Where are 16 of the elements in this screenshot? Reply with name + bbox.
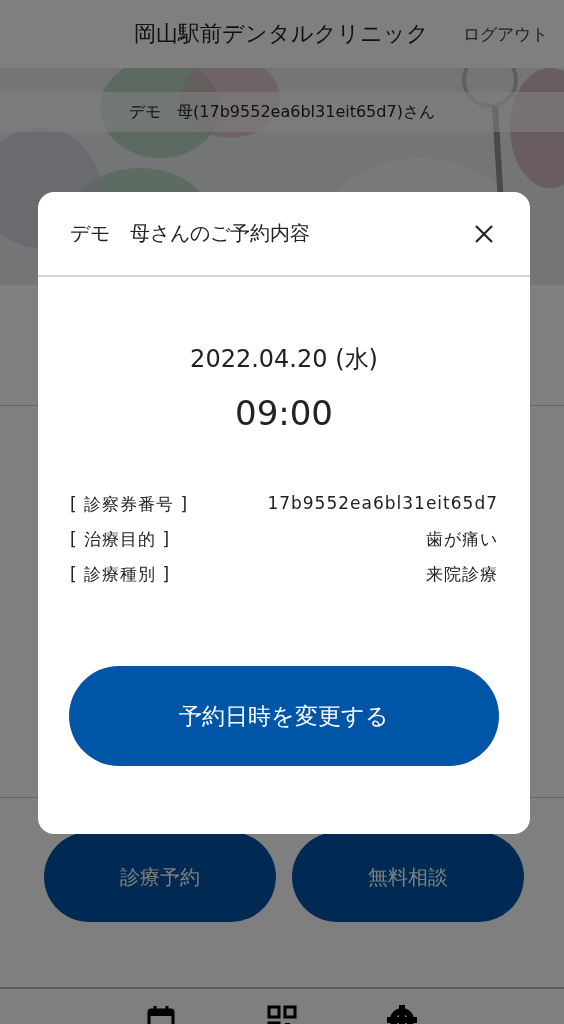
detail-value: 歯が痛い: [426, 528, 498, 551]
detail-label: [ 診療種別 ]: [70, 563, 171, 586]
close-icon[interactable]: [474, 223, 494, 244]
detail-value: 来院診療: [426, 563, 498, 586]
detail-label: [ 治療目的 ]: [70, 528, 171, 551]
change-datetime-button[interactable]: 予約日時を変更する: [69, 666, 499, 766]
action-button[interactable]: 診療予約: [44, 832, 276, 922]
clinic-title: 岡山駅前デンタルクリニック: [134, 20, 429, 48]
dialog-title: デモ 母さんのご予約内容: [70, 220, 310, 247]
action-button[interactable]: 無料相談: [292, 832, 524, 922]
detail-label: [ 診察券番号 ]: [70, 493, 189, 516]
reservation-time: 09:00: [235, 393, 333, 433]
reservation-date: 2022.04.20 (水): [190, 344, 378, 375]
detail-value: 17b9552ea6bl31eit65d7: [267, 493, 498, 515]
patient-name: デモ 母(17b9552ea6bl31eit65d7)さん: [129, 101, 435, 123]
logout-link[interactable]: ログアウト: [463, 22, 548, 46]
